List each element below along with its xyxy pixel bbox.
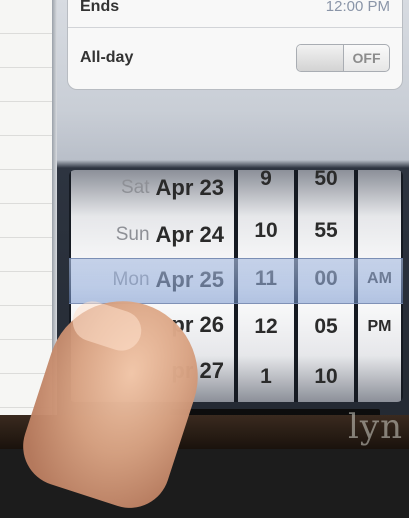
month-day: Apr 25	[155, 267, 224, 292]
toggle-state-label: OFF	[352, 50, 381, 66]
minute-option[interactable]: 10	[298, 356, 354, 398]
month-day: Apr 24	[155, 222, 224, 247]
date-option-selected[interactable]: Mon Apr 25	[71, 259, 234, 301]
minute-option[interactable]: 55	[298, 210, 354, 252]
date-option[interactable]: Sun Apr 24	[71, 214, 234, 256]
meridiem-option[interactable]: PM	[358, 306, 401, 348]
minute-option[interactable]: 50	[298, 170, 354, 200]
month-day: Apr 23	[155, 175, 224, 200]
all-day-toggle[interactable]: OFF	[296, 44, 390, 72]
ends-label: Ends	[80, 0, 120, 15]
weekday: Sat	[120, 177, 150, 198]
hour-wheel[interactable]: 9 10 11 12 1	[238, 170, 294, 402]
notepad-edge	[0, 0, 53, 415]
hour-option[interactable]: 1	[238, 356, 294, 398]
watermark-logo: lyn	[348, 407, 403, 447]
minute-option[interactable]: 05	[298, 306, 354, 348]
minute-wheel[interactable]: 50 55 00 05 10	[298, 170, 354, 402]
date-option[interactable]: Sat Apr 23	[71, 170, 234, 209]
all-day-row: All-day OFF	[68, 28, 402, 88]
meridiem-option-selected[interactable]: AM	[358, 258, 401, 300]
weekday: Mon	[112, 269, 150, 290]
time-settings-group: Ends 12:00 PM All-day OFF	[67, 0, 403, 90]
hour-option-selected[interactable]: 11	[238, 258, 294, 300]
minute-option-selected[interactable]: 00	[298, 258, 354, 300]
hour-option[interactable]: 10	[238, 210, 294, 252]
toggle-knob[interactable]	[297, 45, 344, 71]
meridiem-wheel[interactable]: AM PM	[358, 170, 401, 402]
all-day-label: All-day	[80, 49, 134, 66]
weekday: Sun	[115, 224, 150, 245]
hour-option[interactable]: 9	[238, 170, 294, 200]
ends-row[interactable]: Ends 12:00 PM	[68, 0, 402, 28]
hour-option[interactable]: 12	[238, 306, 294, 348]
ends-value: 12:00 PM	[325, 0, 390, 15]
